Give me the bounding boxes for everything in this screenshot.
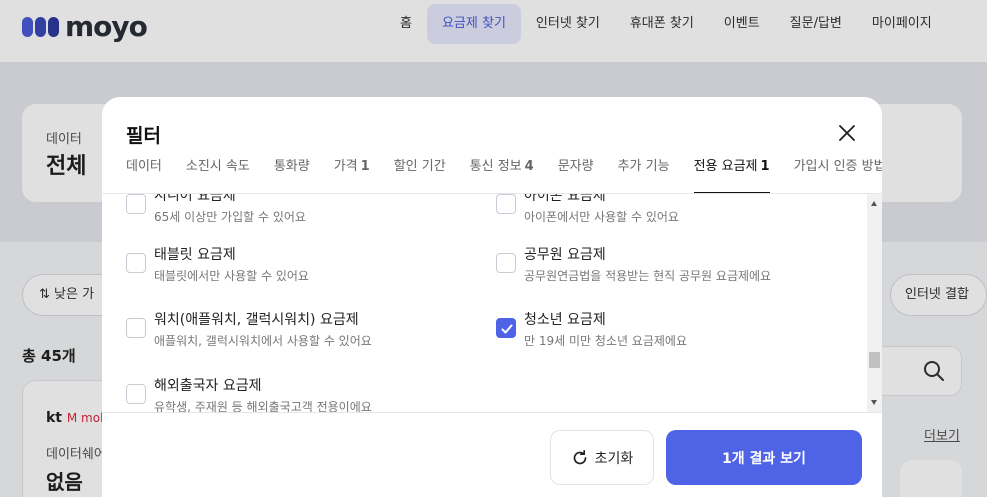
checkbox-checked[interactable] <box>496 318 516 338</box>
checkbox[interactable] <box>126 194 146 214</box>
tab-data[interactable]: 데이터 <box>126 147 162 194</box>
tab-throttle-speed[interactable]: 소진시 속도 <box>186 147 250 194</box>
modal-title: 필터 <box>126 125 161 147</box>
option-civil-servant[interactable]: 공무원 요금제 공무원연금법을 적용받는 현직 공무원 요금제에요 <box>496 244 836 294</box>
close-button[interactable] <box>835 121 859 145</box>
options-list: 시니어 요금제 65세 이상만 가입할 수 있어요 아이폰 요금제 아이폰에서만… <box>102 194 882 412</box>
option-youth[interactable]: 청소년 요금제 만 19세 미만 청소년 요금제에요 <box>496 309 836 359</box>
option-overseas[interactable]: 해외출국자 요금제 유학생, 주재원 등 해외출국고객 전용이에요 <box>126 375 466 412</box>
tab-call-minutes[interactable]: 통화량 <box>274 147 310 194</box>
checkbox[interactable] <box>126 318 146 338</box>
tab-discount-period[interactable]: 할인 기간 <box>394 147 446 194</box>
check-icon <box>501 324 513 334</box>
tab-signup-verification[interactable]: 가입시 인증 방법 <box>794 147 882 194</box>
option-iphone[interactable]: 아이폰 요금제 아이폰에서만 사용할 수 있어요 <box>496 194 836 235</box>
tab-carrier-info[interactable]: 통신 정보 4 <box>470 147 534 194</box>
options-scrollbar[interactable] <box>867 194 882 412</box>
filter-tabs: 데이터 소진시 속도 통화량 가격 1 할인 기간 통신 정보 4 문자량 추가 기… <box>126 147 882 194</box>
filter-modal: 필터 데이터 소진시 속도 통화량 가격 1 할인 기간 통신 정보 4 문자량 추… <box>102 97 882 497</box>
tab-sms[interactable]: 문자량 <box>558 147 594 194</box>
checkbox[interactable] <box>126 253 146 273</box>
footer-divider <box>102 412 882 413</box>
option-watch[interactable]: 워치(애플워치, 갤럭시워치) 요금제 애플워치, 갤럭시워치에서 사용할 수 … <box>126 309 466 359</box>
reset-button[interactable]: 초기화 <box>550 430 654 485</box>
tab-price[interactable]: 가격 1 <box>334 147 370 194</box>
tab-carrier-info-count: 4 <box>524 159 534 174</box>
scroll-down-arrow-icon[interactable] <box>871 400 877 405</box>
tab-extra-features[interactable]: 추가 기능 <box>618 147 670 194</box>
reset-label: 초기화 <box>594 450 634 467</box>
checkbox[interactable] <box>496 253 516 273</box>
checkbox[interactable] <box>126 384 146 404</box>
tab-dedicated-plans[interactable]: 전용 요금제 1 <box>693 147 770 194</box>
refresh-icon <box>573 449 587 464</box>
scroll-up-arrow-icon[interactable] <box>871 201 877 206</box>
scrollbar-thumb[interactable] <box>869 352 880 368</box>
checkbox[interactable] <box>496 194 516 214</box>
tab-dedicated-plans-count: 1 <box>760 159 770 174</box>
option-tablet[interactable]: 태블릿 요금제 태블릿에서만 사용할 수 있어요 <box>126 244 466 294</box>
option-senior[interactable]: 시니어 요금제 65세 이상만 가입할 수 있어요 <box>126 194 466 235</box>
tab-price-count: 1 <box>360 159 370 174</box>
close-icon <box>839 125 855 141</box>
show-results-button[interactable]: 1개 결과 보기 <box>666 430 862 485</box>
